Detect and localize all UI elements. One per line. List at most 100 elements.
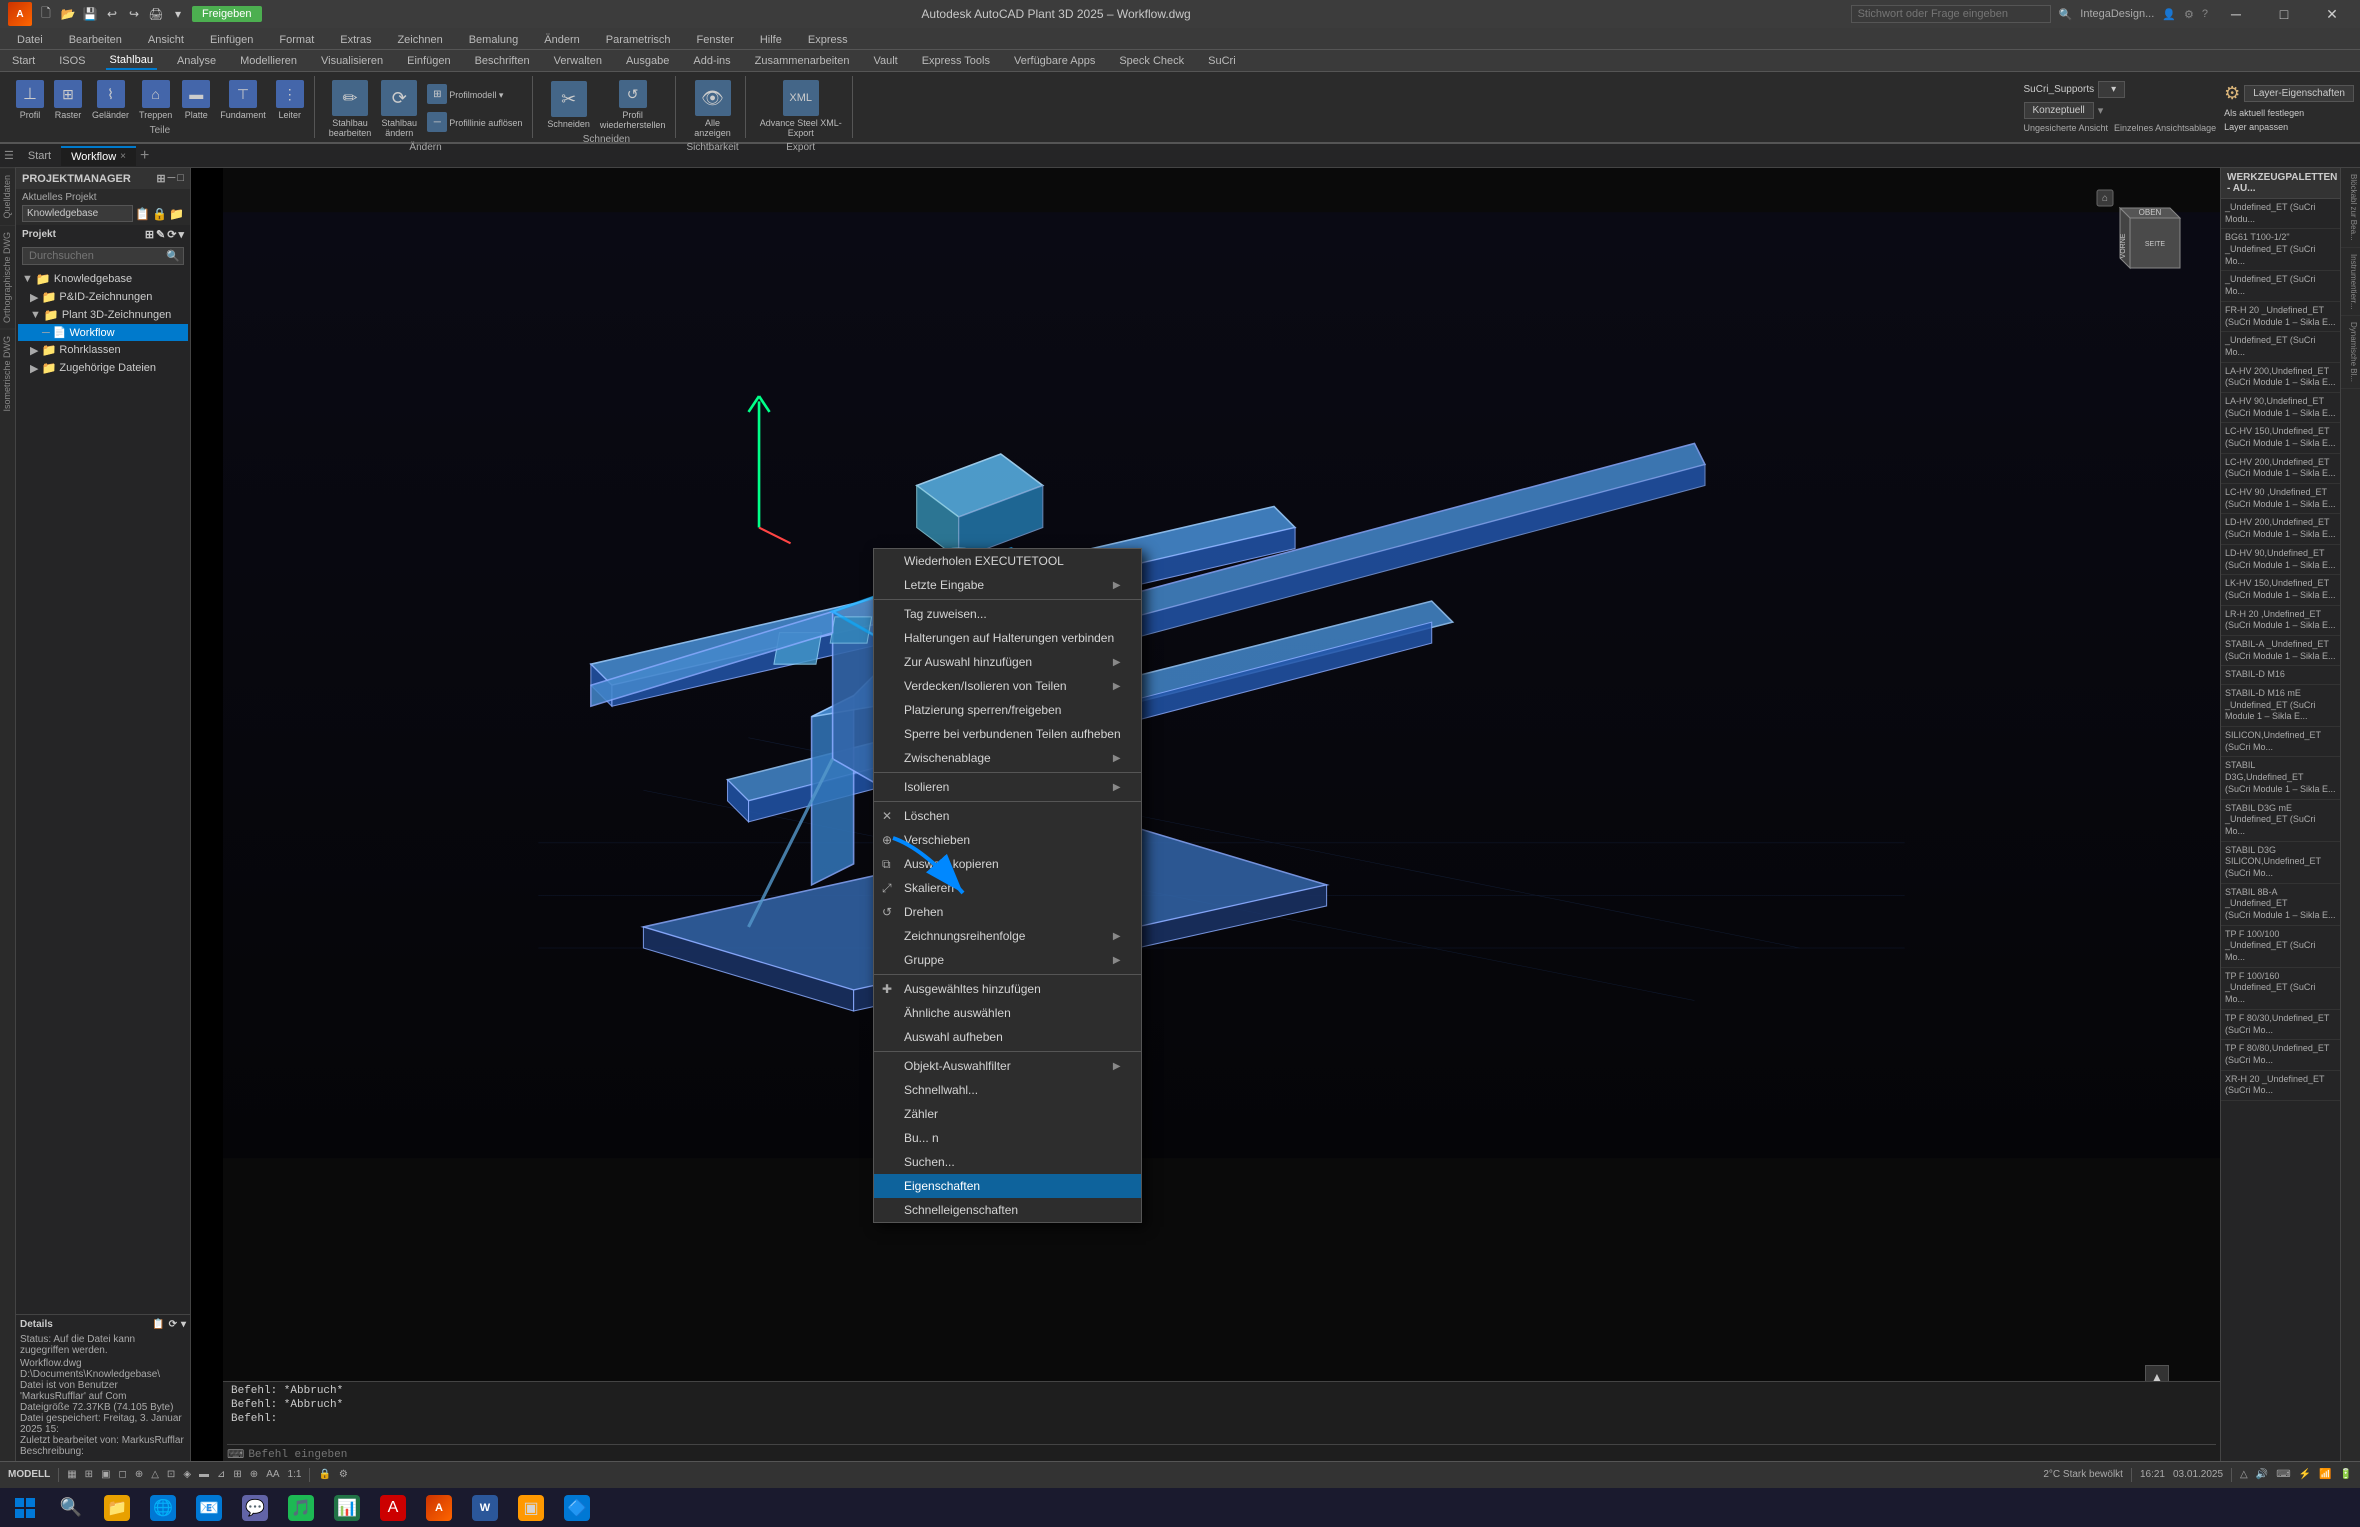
rp-item-stabil-d3g-si[interactable]: STABIL D3G SILICON,Undefined_ET (SuCri M… bbox=[2221, 842, 2340, 884]
add-tab-button[interactable]: + bbox=[140, 147, 149, 165]
pm-icon1[interactable]: ⊞ bbox=[156, 172, 165, 185]
minimize-button[interactable]: ─ bbox=[2216, 0, 2256, 28]
tab-datei[interactable]: Datei bbox=[4, 30, 56, 49]
search-icon[interactable]: 🔍 bbox=[2059, 8, 2073, 21]
ctx-halterungen[interactable]: Halterungen auf Halterungen verbinden bbox=[874, 626, 1141, 650]
layer-anpassen-btn[interactable]: Layer anpassen bbox=[2224, 122, 2354, 132]
platte-btn[interactable]: ▬ Platte bbox=[178, 78, 214, 122]
menu-ausgabe[interactable]: Ausgabe bbox=[622, 53, 673, 69]
freigeben-button[interactable]: Freigeben bbox=[192, 6, 262, 22]
status-tp[interactable]: ⊿ bbox=[217, 1469, 225, 1480]
ctx-zeichnung[interactable]: Zeichnungsreihenfolge ▶ bbox=[874, 924, 1141, 948]
menu-isos[interactable]: ISOS bbox=[55, 53, 89, 69]
tab-aendern[interactable]: Ändern bbox=[531, 30, 592, 49]
details-icon3[interactable]: ▾ bbox=[181, 1319, 186, 1330]
status-snap[interactable]: ⊞ bbox=[85, 1469, 93, 1480]
rp-item-tp-f100-160[interactable]: TP F 100/160_Undefined_ET (SuCri Mo... bbox=[2221, 968, 2340, 1010]
taskbar-spotify[interactable]: 🎵 bbox=[280, 1491, 322, 1525]
tree-zugehoerige[interactable]: ▶ 📁 Zugehörige Dateien bbox=[18, 359, 188, 377]
tab-bearbeiten[interactable]: Bearbeiten bbox=[56, 30, 135, 49]
tab-format[interactable]: Format bbox=[266, 30, 327, 49]
details-icon1[interactable]: 📋 bbox=[152, 1319, 164, 1330]
ctx-zaehler[interactable]: Zähler bbox=[874, 1102, 1141, 1126]
ctx-auswahl-kopieren[interactable]: ⧉ Auswahl kopieren bbox=[874, 852, 1141, 876]
tab-bemalung[interactable]: Bemalung bbox=[456, 30, 532, 49]
rp-item-stabil-8b[interactable]: STABIL 8B-A _Undefined_ET(SuCri Module 1… bbox=[2221, 884, 2340, 926]
search-input[interactable] bbox=[1851, 5, 2051, 23]
ctx-gruppe[interactable]: Gruppe ▶ bbox=[874, 948, 1141, 972]
konzeptuell-dropdown[interactable]: Konzeptuell bbox=[2024, 102, 2094, 119]
status-icon2[interactable]: 🔊 bbox=[2256, 1469, 2268, 1480]
tab-extras[interactable]: Extras bbox=[327, 30, 384, 49]
taskbar-word[interactable]: W bbox=[464, 1491, 506, 1525]
profilmodell-btn[interactable]: ⊞ Profilmodell ▾ bbox=[423, 82, 526, 108]
stahlbau-aendern-btn[interactable]: ⟳ Stahlbauändern bbox=[377, 78, 421, 140]
ctx-tag[interactable]: Tag zuweisen... bbox=[874, 602, 1141, 626]
rp-item-la-hv200[interactable]: LA-HV 200,Undefined_ET(SuCri Module 1 – … bbox=[2221, 363, 2340, 393]
menu-visualisieren[interactable]: Visualisieren bbox=[317, 53, 387, 69]
ctx-verschieben[interactable]: ⊕ Verschieben bbox=[874, 828, 1141, 852]
pm-icon3[interactable]: □ bbox=[177, 172, 184, 185]
taskbar-app2[interactable]: 🔷 bbox=[556, 1491, 598, 1525]
sidebar-toggle[interactable]: ☰ bbox=[4, 149, 14, 162]
viewport[interactable]: OBEN VORNE SEITE ⌂ ▲ ◀ ⌂ ▶ ▼ bbox=[223, 168, 2220, 1461]
tree-knowledgebase[interactable]: ▼ 📁 Knowledgebase bbox=[18, 270, 188, 288]
status-battery[interactable]: 🔋 bbox=[2340, 1469, 2352, 1480]
menu-zusammen[interactable]: Zusammenarbeiten bbox=[751, 53, 854, 69]
proj-section-icon3[interactable]: ⟳ bbox=[167, 228, 176, 241]
help-icon[interactable]: ? bbox=[2202, 8, 2208, 20]
right-tab-dynamisch[interactable]: Dynamische Bl... bbox=[2341, 316, 2360, 389]
rp-item-stabil-d3g-me[interactable]: STABIL D3G mE_Undefined_ET (SuCri Mo... bbox=[2221, 800, 2340, 842]
status-polar[interactable]: ◻ bbox=[119, 1469, 127, 1480]
rp-item-3[interactable]: FR-H 20 _Undefined_ET(SuCri Module 1 – S… bbox=[2221, 302, 2340, 332]
settings-icon[interactable]: ⚙ bbox=[2184, 8, 2194, 21]
status-settings[interactable]: ⚙ bbox=[339, 1469, 348, 1480]
status-grid[interactable]: ▦ bbox=[67, 1469, 76, 1480]
rp-item-silicon[interactable]: SILICON,Undefined_ET(SuCri Mo... bbox=[2221, 727, 2340, 757]
project-dropdown[interactable]: Knowledgebase bbox=[22, 205, 133, 222]
taskbar-acrobat[interactable]: A bbox=[372, 1491, 414, 1525]
tab-hilfe[interactable]: Hilfe bbox=[747, 30, 795, 49]
status-ducs[interactable]: ⊡ bbox=[167, 1469, 175, 1480]
menu-verwalten[interactable]: Verwalten bbox=[550, 53, 606, 69]
tree-workflow[interactable]: ─ 📄 Workflow bbox=[18, 324, 188, 341]
tab-express[interactable]: Express bbox=[795, 30, 861, 49]
ctx-auswahl-hinzufuegen[interactable]: Zur Auswahl hinzufügen ▶ bbox=[874, 650, 1141, 674]
taskbar-excel[interactable]: 📊 bbox=[326, 1491, 368, 1525]
tree-plant3d[interactable]: ▼ 📁 Plant 3D-Zeichnungen bbox=[18, 306, 188, 324]
tree-search-input[interactable] bbox=[22, 247, 184, 265]
rp-item-lc-hv200[interactable]: LC-HV 200,Undefined_ET(SuCri Module 1 – … bbox=[2221, 454, 2340, 484]
rp-item-stabil-d-m16-me[interactable]: STABIL-D M16 mE_Undefined_ET (SuCri Modu… bbox=[2221, 685, 2340, 727]
cmdline-input-field[interactable] bbox=[248, 1449, 2216, 1461]
menu-vault[interactable]: Vault bbox=[869, 53, 901, 69]
status-icon4[interactable]: ⚡ bbox=[2299, 1469, 2311, 1480]
status-modell[interactable]: MODELL bbox=[8, 1469, 50, 1480]
taskbar-app1[interactable]: ▣ bbox=[510, 1491, 552, 1525]
menu-analyse[interactable]: Analyse bbox=[173, 53, 220, 69]
status-am[interactable]: AA bbox=[266, 1469, 279, 1480]
details-icon2[interactable]: ⟳ bbox=[169, 1319, 177, 1330]
status-qp[interactable]: ⊞ bbox=[233, 1469, 241, 1480]
user-icon[interactable]: 👤 bbox=[2162, 8, 2176, 21]
status-osnap[interactable]: ⊕ bbox=[135, 1469, 143, 1480]
rp-item-la-hv90[interactable]: LA-HV 90,Undefined_ET(SuCri Module 1 – S… bbox=[2221, 393, 2340, 423]
sucri-dropdown[interactable]: ▾ bbox=[2098, 81, 2125, 98]
menu-sucri[interactable]: SuCri bbox=[1204, 53, 1240, 69]
tab-workflow[interactable]: Workflow × bbox=[61, 146, 136, 166]
tab-fenster[interactable]: Fenster bbox=[684, 30, 747, 49]
rp-item-tp-f100-100[interactable]: TP F 100/100_Undefined_ET (SuCri Mo... bbox=[2221, 926, 2340, 968]
menu-verfuegbare[interactable]: Verfügbare Apps bbox=[1010, 53, 1099, 69]
taskbar-start[interactable] bbox=[4, 1491, 46, 1525]
tab-workflow-close[interactable]: × bbox=[120, 151, 126, 162]
profil-btn[interactable]: ⊥ Profil bbox=[12, 78, 48, 122]
leiter-btn[interactable]: ⋮ Leiter bbox=[272, 78, 308, 122]
status-otrack[interactable]: △ bbox=[151, 1469, 159, 1480]
ctx-bun[interactable]: Bu... n bbox=[874, 1126, 1141, 1150]
ctx-suchen[interactable]: Suchen... bbox=[874, 1150, 1141, 1174]
ctx-drehen[interactable]: ↺ Drehen bbox=[874, 900, 1141, 924]
tree-pid[interactable]: ▶ 📁 P&ID-Zeichnungen bbox=[18, 288, 188, 306]
rp-item-tp-f80-30[interactable]: TP F 80/30,Undefined_ET(SuCri Mo... bbox=[2221, 1010, 2340, 1040]
ctx-platzierung[interactable]: Platzierung sperren/freigeben bbox=[874, 698, 1141, 722]
status-lock[interactable]: 🔒 bbox=[318, 1469, 330, 1480]
proj-section-icon4[interactable]: ▾ bbox=[178, 228, 184, 241]
